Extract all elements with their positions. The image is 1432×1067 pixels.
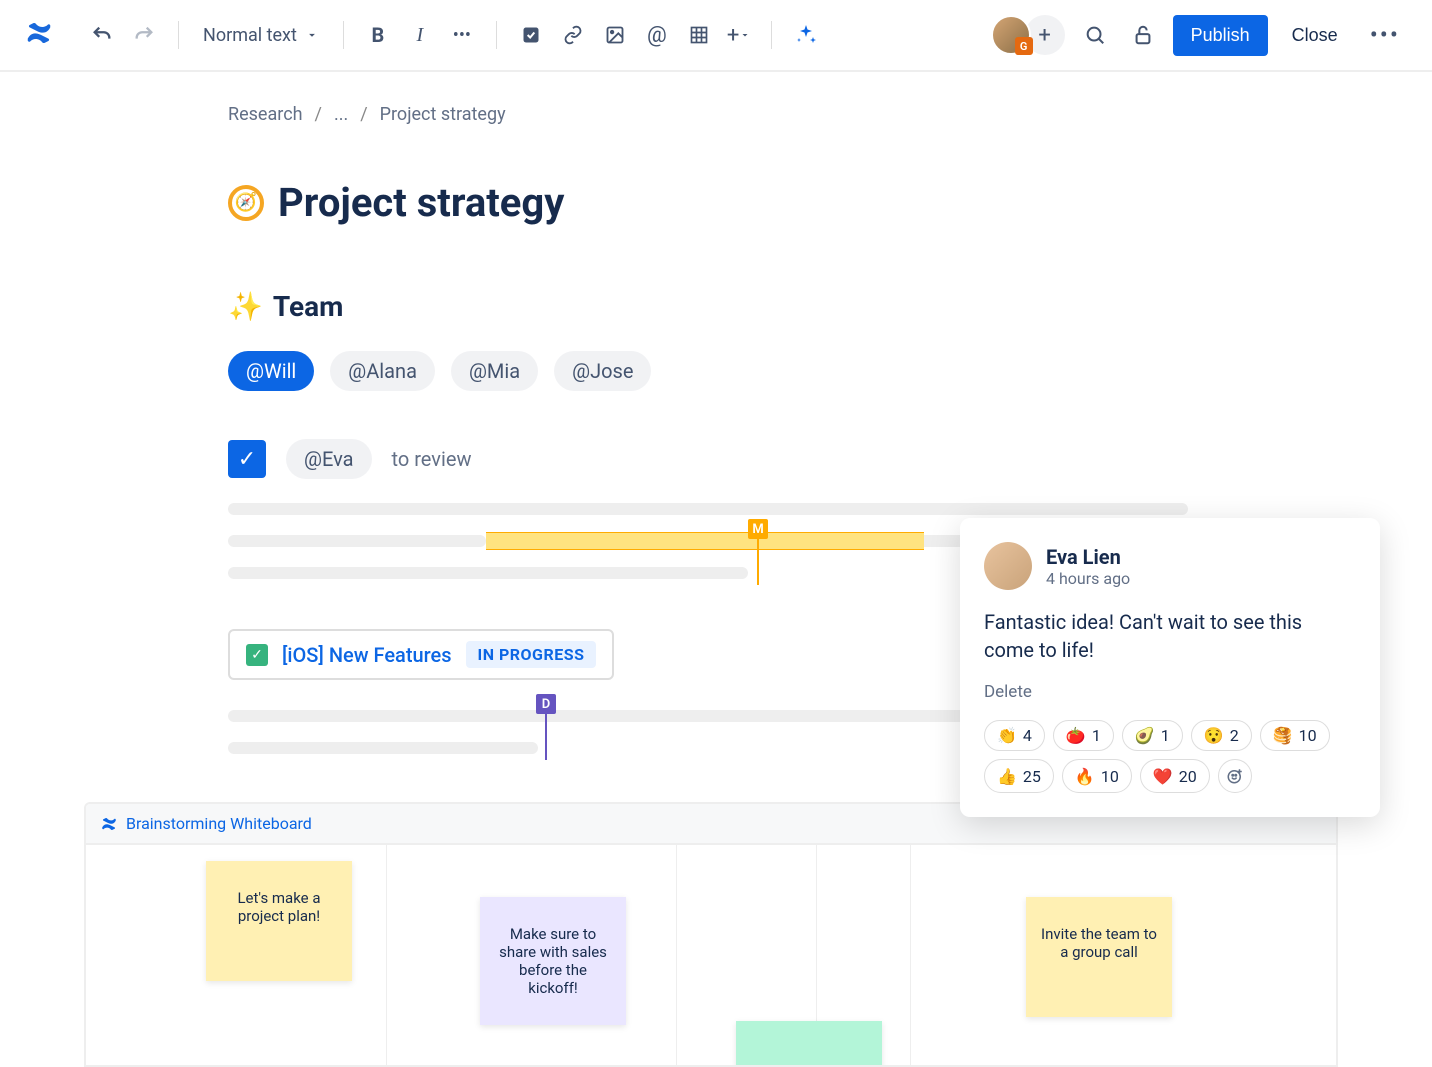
delete-comment-button[interactable]: Delete bbox=[984, 682, 1356, 702]
content-placeholder bbox=[228, 742, 538, 754]
sparkles-icon: ✨ bbox=[228, 290, 263, 323]
toolbar-divider bbox=[178, 21, 179, 49]
breadcrumb-root[interactable]: Research bbox=[228, 104, 303, 125]
toolbar-divider bbox=[771, 21, 772, 49]
confluence-logo-icon[interactable] bbox=[24, 18, 54, 52]
text-style-label: Normal text bbox=[203, 25, 297, 46]
confluence-logo-icon bbox=[100, 815, 118, 833]
mention-alana[interactable]: @Alana bbox=[330, 351, 435, 391]
mention-will[interactable]: @Will bbox=[228, 351, 314, 391]
reaction-pill[interactable]: 👏4 bbox=[984, 720, 1045, 751]
jira-status-badge: IN PROGRESS bbox=[466, 641, 597, 668]
comment-popup: Eva Lien 4 hours ago Fantastic idea! Can… bbox=[960, 518, 1380, 817]
editor-toolbar: Normal text B I ••• @ + G + Publish Clos… bbox=[0, 0, 1432, 72]
image-icon[interactable] bbox=[597, 17, 633, 53]
more-formatting-icon[interactable]: ••• bbox=[444, 17, 480, 53]
publish-button[interactable]: Publish bbox=[1173, 15, 1268, 56]
link-icon[interactable] bbox=[555, 17, 591, 53]
bold-icon[interactable]: B bbox=[360, 17, 396, 53]
add-reaction-button[interactable] bbox=[1218, 759, 1252, 793]
mention-eva[interactable]: @Eva bbox=[286, 439, 372, 479]
ai-icon[interactable] bbox=[788, 17, 824, 53]
toolbar-divider bbox=[496, 21, 497, 49]
whiteboard-title: Brainstorming Whiteboard bbox=[126, 814, 312, 833]
chevron-down-icon bbox=[305, 28, 319, 42]
whiteboard-embed[interactable]: Brainstorming Whiteboard Let's make a pr… bbox=[84, 802, 1338, 1067]
reaction-pill[interactable]: 😯2 bbox=[1191, 720, 1252, 751]
action-item-icon[interactable] bbox=[513, 17, 549, 53]
italic-icon[interactable]: I bbox=[402, 17, 438, 53]
comment-body: Fantastic idea! Can't wait to see this c… bbox=[984, 608, 1356, 664]
team-heading: ✨ Team bbox=[228, 290, 1432, 323]
mentions-row: @Will @Alana @Mia @Jose bbox=[228, 351, 1432, 391]
reaction-pill[interactable]: 🔥10 bbox=[1062, 759, 1132, 793]
redo-icon[interactable] bbox=[126, 17, 162, 53]
sticky-note[interactable]: Make sure to share with sales before the… bbox=[480, 897, 626, 1025]
breadcrumb: Research / ... / Project strategy bbox=[228, 104, 1432, 125]
comment-author[interactable]: Eva Lien bbox=[1046, 545, 1130, 569]
page-emoji-icon[interactable]: 🧭 bbox=[228, 185, 264, 221]
collaborator-cursor-m: M bbox=[748, 519, 768, 539]
mention-mia[interactable]: @Mia bbox=[451, 351, 538, 391]
reaction-pill[interactable]: 🍅1 bbox=[1053, 720, 1114, 751]
avatar[interactable]: G bbox=[991, 15, 1031, 55]
comment-timestamp: 4 hours ago bbox=[1046, 569, 1130, 588]
jira-issue-card[interactable]: ✓ [iOS] New Features IN PROGRESS bbox=[228, 629, 614, 680]
reaction-pill[interactable]: 🥞10 bbox=[1260, 720, 1330, 751]
more-actions-icon[interactable]: ••• bbox=[1362, 21, 1408, 49]
collaborator-avatars[interactable]: G + bbox=[991, 15, 1065, 55]
table-icon[interactable] bbox=[681, 17, 717, 53]
mention-icon[interactable]: @ bbox=[639, 17, 675, 53]
restrictions-icon[interactable] bbox=[1125, 17, 1161, 53]
page-title[interactable]: Project strategy bbox=[278, 179, 564, 226]
sticky-note[interactable] bbox=[736, 1021, 882, 1067]
reaction-pill[interactable]: ❤️20 bbox=[1140, 759, 1210, 793]
toolbar-divider bbox=[343, 21, 344, 49]
avatar[interactable] bbox=[984, 542, 1032, 590]
jira-issue-icon: ✓ bbox=[246, 644, 268, 666]
mention-jose[interactable]: @Jose bbox=[554, 351, 651, 391]
reaction-pill[interactable]: 👍25 bbox=[984, 759, 1054, 793]
sticky-note[interactable]: Let's make a project plan! bbox=[206, 861, 352, 981]
breadcrumb-current[interactable]: Project strategy bbox=[380, 104, 506, 125]
reactions-bar: 👏4 🍅1 🥑1 😯2 🥞10 👍25🔥10❤️20 bbox=[984, 720, 1356, 793]
search-icon[interactable] bbox=[1077, 17, 1113, 53]
text-style-dropdown[interactable]: Normal text bbox=[195, 25, 327, 46]
jira-issue-title: [iOS] New Features bbox=[282, 643, 452, 667]
avatar-badge: G bbox=[1015, 37, 1033, 55]
insert-dropdown[interactable]: + bbox=[723, 17, 755, 53]
reaction-pill[interactable]: 🥑1 bbox=[1122, 720, 1183, 751]
undo-icon[interactable] bbox=[84, 17, 120, 53]
collaborator-cursor-d: D bbox=[536, 694, 556, 714]
sticky-note[interactable]: Invite the team to a group call bbox=[1026, 897, 1172, 1017]
breadcrumb-mid[interactable]: ... bbox=[334, 104, 348, 125]
task-checkbox[interactable]: ✓ bbox=[228, 440, 266, 478]
review-label: to review bbox=[392, 447, 472, 471]
close-button[interactable]: Close bbox=[1280, 17, 1350, 54]
